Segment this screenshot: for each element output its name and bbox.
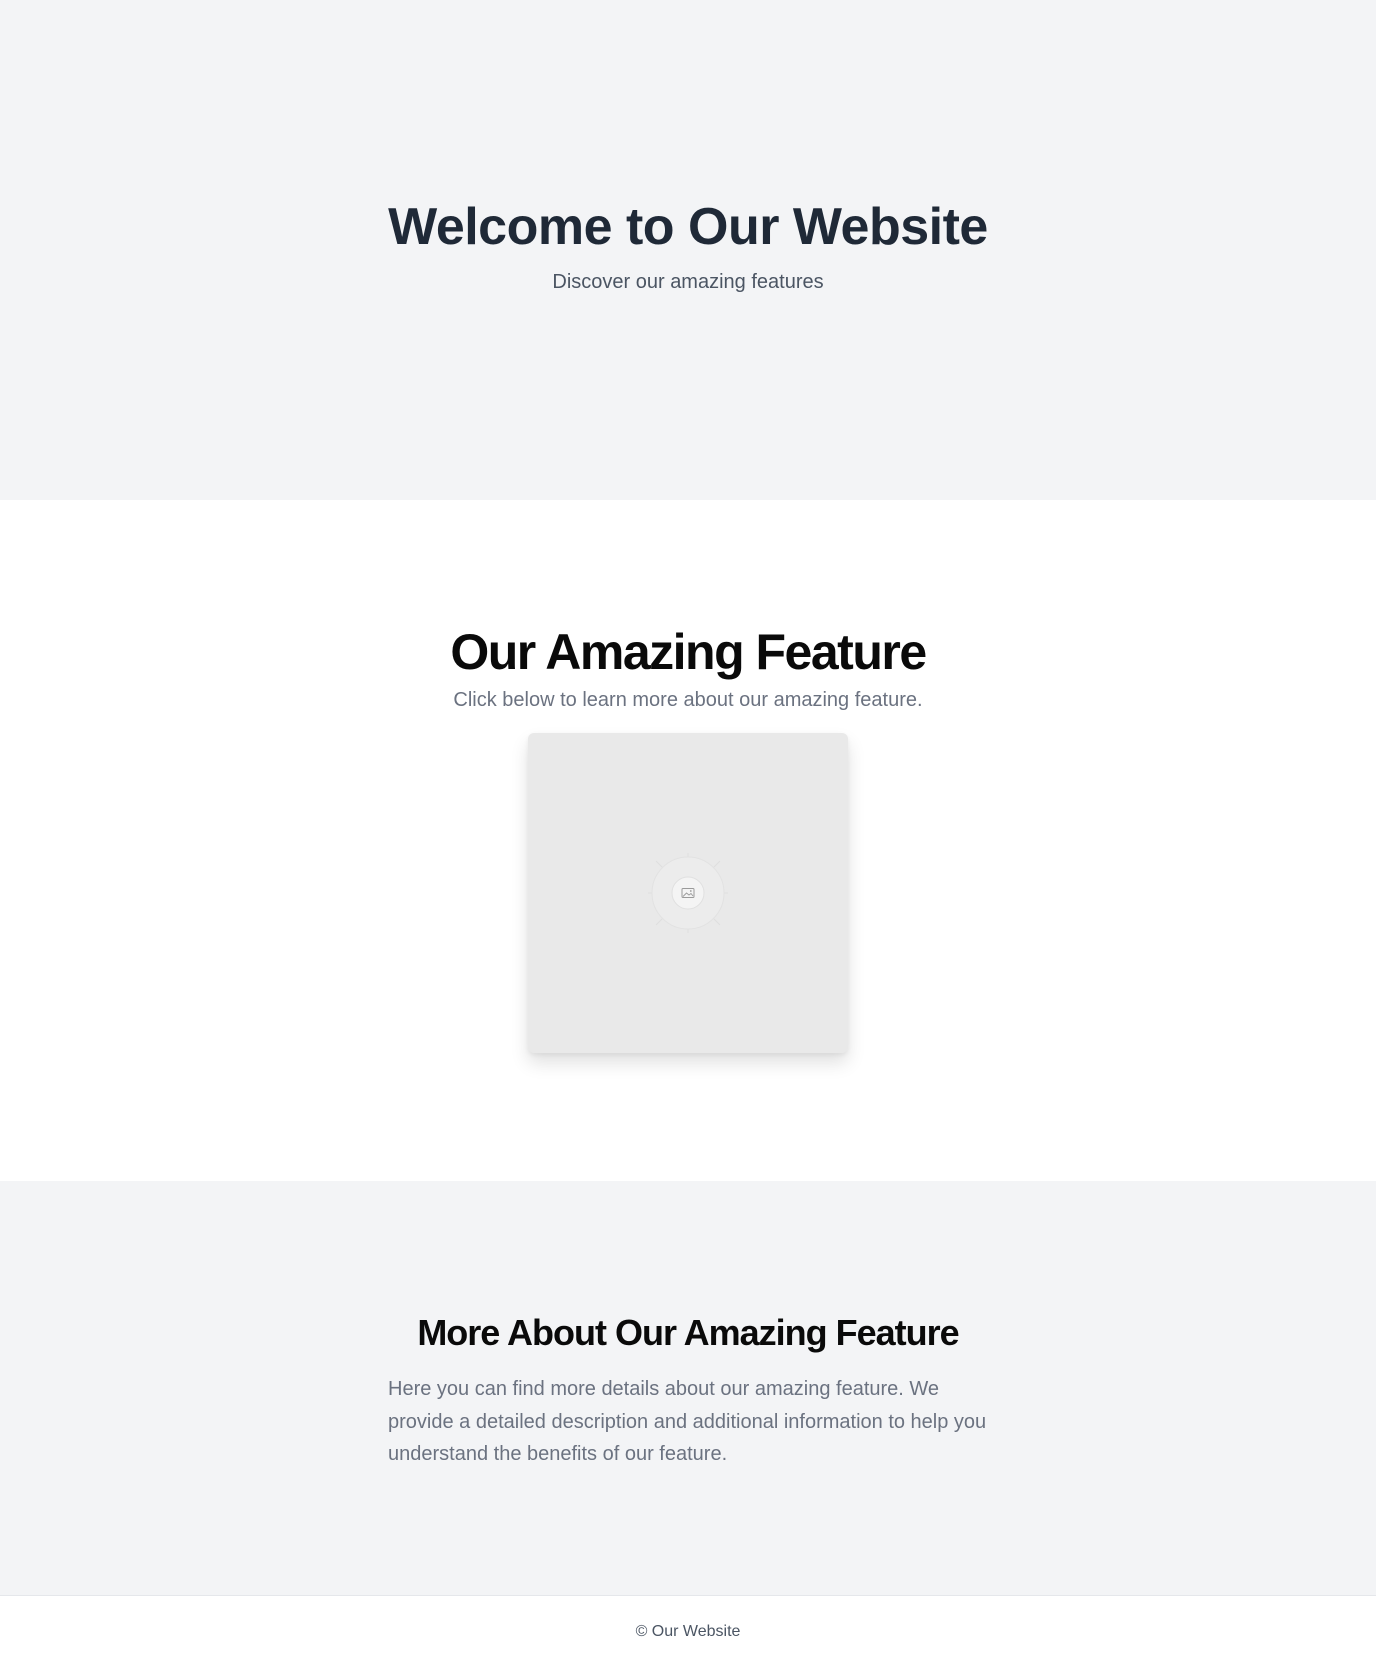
footer: © Our Website: [0, 1596, 1376, 1675]
hero-title: Welcome to Our Website: [388, 198, 988, 256]
feature-section: Our Amazing Feature Click below to learn…: [0, 500, 1376, 1181]
more-about-text: Here you can find more details about our…: [388, 1378, 987, 1465]
hero-subtitle: Discover our amazing features: [552, 271, 824, 293]
feature-image-card[interactable]: [528, 733, 848, 1053]
feature-title: Our Amazing Feature: [450, 624, 927, 680]
more-about-title: More About Our Amazing Feature: [417, 1312, 959, 1353]
feature-description: Click below to learn more about our amaz…: [453, 689, 923, 711]
image-placeholder-icon: [648, 853, 728, 933]
hero-section: Welcome to Our Website Discover our amaz…: [0, 0, 1376, 500]
more-about-section: More About Our Amazing Feature Here you …: [0, 1181, 1376, 1596]
footer-copyright: © Our Website: [635, 1623, 741, 1640]
